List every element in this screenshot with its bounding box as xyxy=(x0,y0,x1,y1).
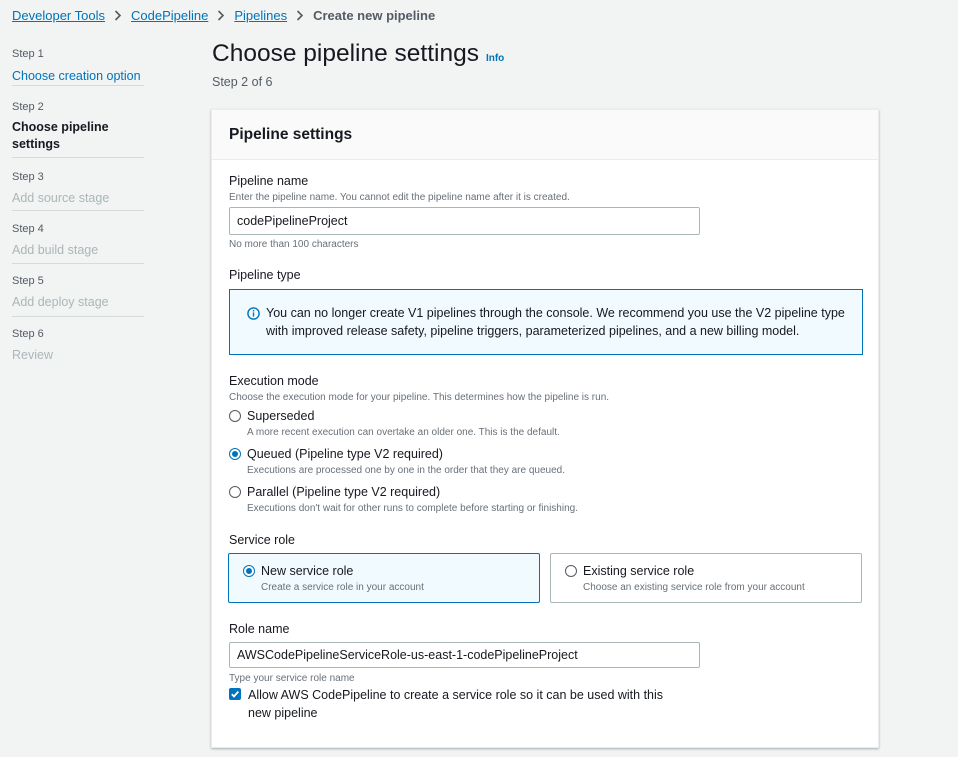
service-role-label: Service role xyxy=(229,533,295,547)
allow-service-role-checkbox-row[interactable]: Allow AWS CodePipeline to create a servi… xyxy=(229,686,678,722)
info-link[interactable]: Info xyxy=(486,53,504,64)
radio-label: Existing service role xyxy=(583,564,695,578)
radio-button[interactable] xyxy=(229,410,241,422)
wizard-step-5: Step 5 Add deploy stage xyxy=(12,264,144,317)
pipeline-settings-panel: Pipeline settings Pipeline name Enter th… xyxy=(211,109,879,748)
radio-label: Queued (Pipeline type V2 required) xyxy=(247,447,443,461)
page: Developer Tools CodePipeline Pipelines C… xyxy=(0,0,958,757)
radio-button[interactable] xyxy=(565,565,577,577)
pipeline-name-label: Pipeline name xyxy=(229,174,309,188)
execution-mode-label: Execution mode xyxy=(229,374,319,388)
execution-mode-description: Choose the execution mode for your pipel… xyxy=(229,392,610,403)
panel-title: Pipeline settings xyxy=(229,126,353,143)
tile-content: Existing service role Choose an existing… xyxy=(565,564,861,595)
step-counter: Step 2 of 6 xyxy=(212,75,273,89)
radio-description: Executions are processed one by one in t… xyxy=(247,465,565,476)
step-number: Step 5 xyxy=(12,275,44,287)
info-circle-icon xyxy=(247,307,260,320)
checkmark-icon xyxy=(231,690,239,698)
step-number: Step 1 xyxy=(12,48,44,60)
radio-text: Queued (Pipeline type V2 required) Execu… xyxy=(247,447,565,478)
breadcrumb-current: Create new pipeline xyxy=(313,7,436,23)
breadcrumb-codepipeline[interactable]: CodePipeline xyxy=(131,8,208,23)
radio-text: Superseded A more recent execution can o… xyxy=(247,409,560,440)
pipeline-type-label: Pipeline type xyxy=(229,268,301,282)
tile-content: New service role Create a service role i… xyxy=(243,564,539,595)
pipeline-name-description: Enter the pipeline name. You cannot edit… xyxy=(229,192,570,203)
step-number: Step 6 xyxy=(12,328,44,340)
radio-description: Choose an existing service role from you… xyxy=(583,582,805,593)
chevron-right-icon xyxy=(208,7,234,23)
radio-text: New service role Create a service role i… xyxy=(261,564,424,595)
chevron-right-icon xyxy=(105,7,131,23)
step-title-current: Choose pipeline settings xyxy=(12,120,109,151)
execution-mode-queued[interactable]: Queued (Pipeline type V2 required) Execu… xyxy=(229,447,565,478)
chevron-right-icon xyxy=(287,7,313,23)
page-header: Choose pipeline settings Info xyxy=(212,40,504,68)
breadcrumb-pipelines[interactable]: Pipelines xyxy=(234,8,287,23)
role-name-input[interactable] xyxy=(229,642,700,668)
radio-button-checked[interactable] xyxy=(243,565,255,577)
panel-header: Pipeline settings xyxy=(212,110,878,160)
pipeline-type-info-alert: You can no longer create V1 pipelines th… xyxy=(229,289,863,355)
radio-label: Parallel (Pipeline type V2 required) xyxy=(247,485,441,499)
wizard-step-3: Step 3 Add source stage xyxy=(12,158,144,211)
service-role-new-tile[interactable]: New service role Create a service role i… xyxy=(228,553,540,603)
checkbox-checked[interactable] xyxy=(229,688,241,700)
pipeline-name-input[interactable] xyxy=(229,207,700,235)
allow-service-role-label: Allow AWS CodePipeline to create a servi… xyxy=(248,688,664,720)
service-role-existing-tile[interactable]: Existing service role Choose an existing… xyxy=(550,553,862,603)
execution-mode-superseded[interactable]: Superseded A more recent execution can o… xyxy=(229,409,560,440)
page-title: Choose pipeline settings xyxy=(212,40,479,67)
step-title-disabled: Add build stage xyxy=(12,243,99,257)
pipeline-name-constraint: No more than 100 characters xyxy=(229,239,359,250)
wizard-step-4: Step 4 Add build stage xyxy=(12,211,144,264)
step-link-choose-creation-option[interactable]: Choose creation option xyxy=(12,68,144,85)
radio-text: Parallel (Pipeline type V2 required) Exe… xyxy=(247,485,578,516)
breadcrumb-developer-tools[interactable]: Developer Tools xyxy=(12,8,105,23)
radio-description: Executions don't wait for other runs to … xyxy=(247,503,578,514)
radio-description: A more recent execution can overtake an … xyxy=(247,427,560,438)
radio-label: New service role xyxy=(261,564,354,578)
wizard-step-6: Step 6 Review xyxy=(12,317,144,367)
step-number: Step 4 xyxy=(12,223,44,235)
step-title-disabled: Add source stage xyxy=(12,191,110,205)
step-title-disabled: Add deploy stage xyxy=(12,295,109,309)
wizard-steps: Step 1 Choose creation option Step 2 Cho… xyxy=(12,42,144,367)
role-name-label: Role name xyxy=(229,622,290,636)
radio-description: Create a service role in your account xyxy=(261,582,424,593)
radio-label: Superseded xyxy=(247,409,315,423)
alert-text: You can no longer create V1 pipelines th… xyxy=(266,306,845,338)
execution-mode-parallel[interactable]: Parallel (Pipeline type V2 required) Exe… xyxy=(229,485,578,516)
breadcrumb: Developer Tools CodePipeline Pipelines C… xyxy=(12,7,435,23)
step-title-disabled: Review xyxy=(12,348,53,362)
step-number: Step 3 xyxy=(12,171,44,183)
wizard-step-1: Step 1 Choose creation option xyxy=(12,42,144,86)
wizard-step-2: Step 2 Choose pipeline settings xyxy=(12,86,144,158)
step-number: Step 2 xyxy=(12,101,44,113)
role-name-constraint: Type your service role name xyxy=(229,673,355,684)
radio-button[interactable] xyxy=(229,486,241,498)
radio-text: Existing service role Choose an existing… xyxy=(583,564,805,595)
radio-button-checked[interactable] xyxy=(229,448,241,460)
